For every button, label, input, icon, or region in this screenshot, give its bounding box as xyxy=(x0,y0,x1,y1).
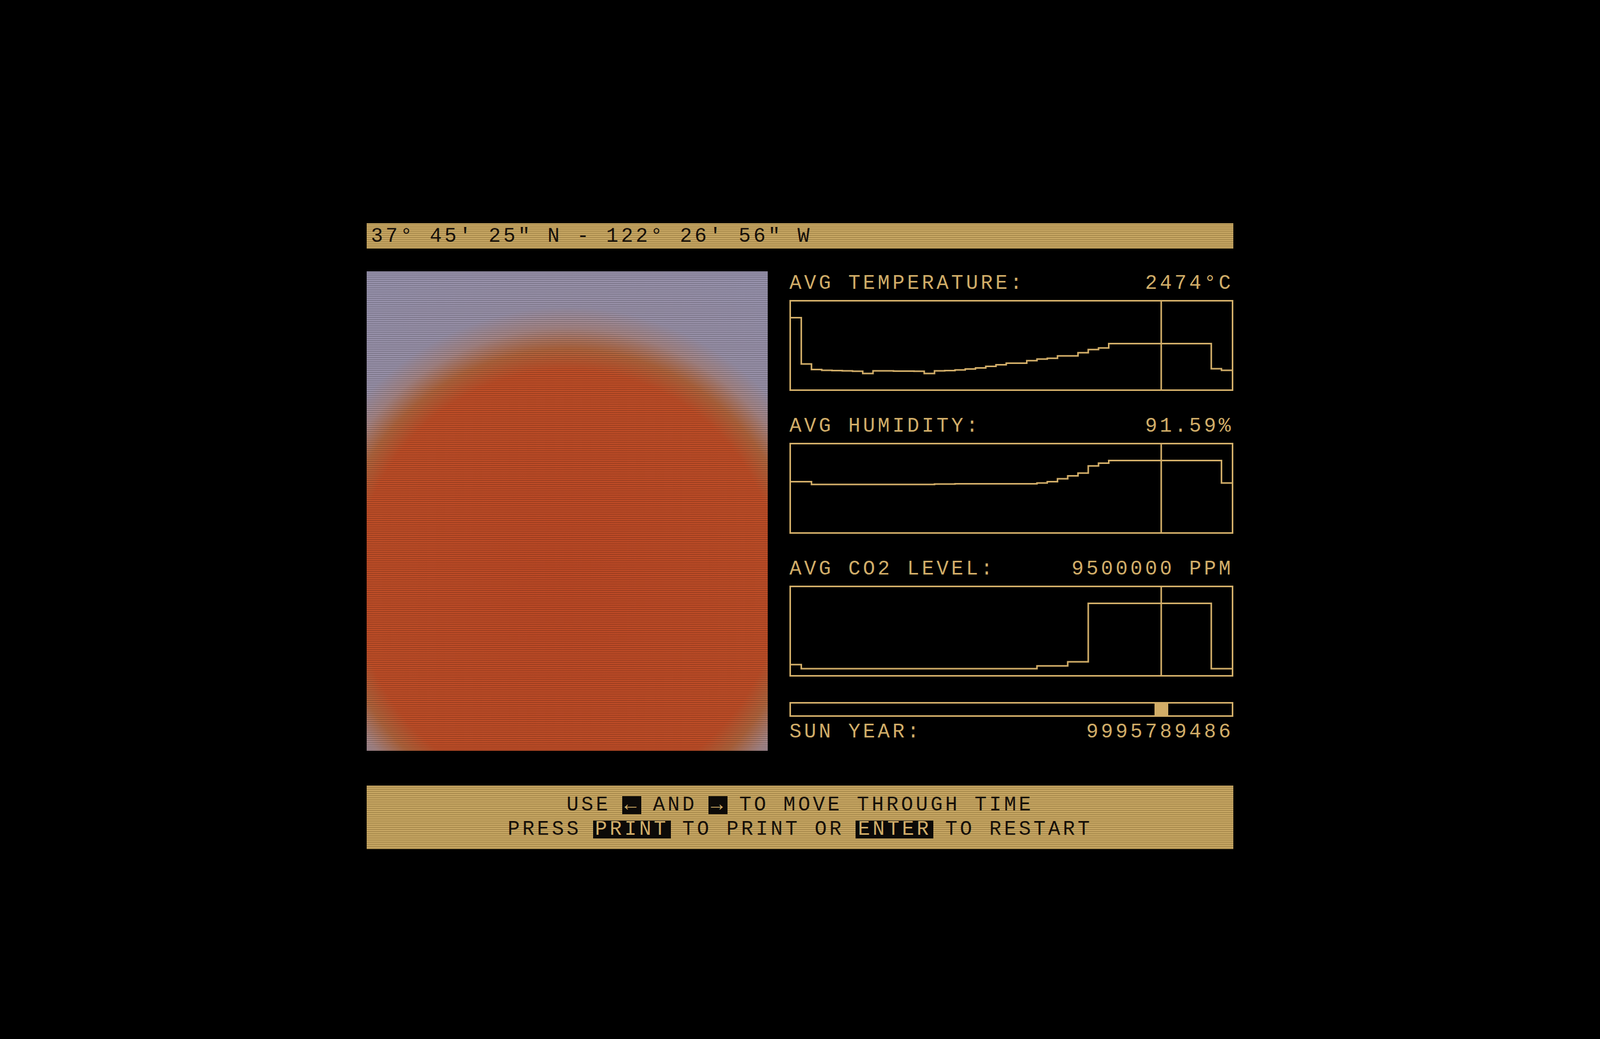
series-line xyxy=(791,603,1232,670)
instructions-bar: USE ← AND → TO MOVE THROUGH TIME PRESS PRINT TO… xyxy=(366,785,1234,850)
instruction-line: PRESS PRINT TO PRINT OR ENTER TO RESTART xyxy=(507,817,1093,842)
metric: AVG HUMIDITY: 91.59% xyxy=(789,414,1234,534)
series-line xyxy=(791,317,1232,374)
time-slider[interactable] xyxy=(789,702,1234,717)
instruction-text: AND xyxy=(652,793,697,817)
key-label: PRINT xyxy=(593,820,671,839)
time-cursor xyxy=(1160,587,1162,676)
metric-chart xyxy=(789,585,1234,677)
key-label: → xyxy=(708,796,728,815)
metric-header: AVG HUMIDITY: 91.59% xyxy=(789,414,1234,438)
console: 37° 45' 25" N - 122° 26' 56" W AVG TEMPER… xyxy=(366,223,1234,850)
series-line xyxy=(791,460,1232,485)
key-label: ← xyxy=(622,796,642,815)
line-chart xyxy=(791,587,1232,676)
instruction-text: PRESS xyxy=(507,817,582,842)
metric: AVG CO2 LEVEL: 9500000 PPM xyxy=(789,557,1234,677)
metric-value: 9500000 PPM xyxy=(1071,557,1234,581)
metric-header: AVG CO2 LEVEL: 9500000 PPM xyxy=(789,557,1234,581)
line-chart xyxy=(791,444,1232,533)
metric-label: AVG TEMPERATURE: xyxy=(789,271,1025,295)
sun-year-row: SUN YEAR: 9995789486 xyxy=(789,720,1234,744)
instruction-line: USE ← AND → TO MOVE THROUGH TIME xyxy=(566,793,1034,817)
metric-value: 2474°C xyxy=(1144,271,1234,295)
metric-chart xyxy=(789,300,1234,392)
key-label: ENTER xyxy=(855,820,934,839)
instruction-text: TO PRINT OR xyxy=(682,817,845,842)
readouts: AVG TEMPERATURE: 2474°C AVG HUMIDITY: 91.59… xyxy=(789,271,1234,744)
location-bar: 37° 45' 25" N - 122° 26' 56" W xyxy=(366,223,1234,249)
instruction-text: TO MOVE THROUGH TIME xyxy=(739,793,1034,817)
metric-chart xyxy=(789,442,1234,534)
time-cursor xyxy=(1160,444,1162,533)
slider-thumb[interactable] xyxy=(1154,703,1169,716)
metric-label: AVG HUMIDITY: xyxy=(789,414,981,438)
metric-value: 91.59% xyxy=(1144,414,1234,438)
instruction-text: USE xyxy=(566,793,611,817)
sun-year-value: 9995789486 xyxy=(1086,720,1234,744)
main: AVG TEMPERATURE: 2474°C AVG HUMIDITY: 91.59… xyxy=(366,271,1234,751)
time-cursor xyxy=(1160,301,1162,390)
sun-year-label: SUN YEAR: xyxy=(789,720,922,744)
metric-label: AVG CO2 LEVEL: xyxy=(789,557,996,581)
line-chart xyxy=(791,301,1232,390)
sun-view xyxy=(366,271,768,751)
page: 37° 45' 25" N - 122° 26' 56" W AVG TEMPER… xyxy=(0,0,1600,1039)
metric-header: AVG TEMPERATURE: 2474°C xyxy=(789,271,1234,295)
metric: AVG TEMPERATURE: 2474°C xyxy=(789,271,1234,392)
instruction-text: TO RESTART xyxy=(944,817,1093,842)
